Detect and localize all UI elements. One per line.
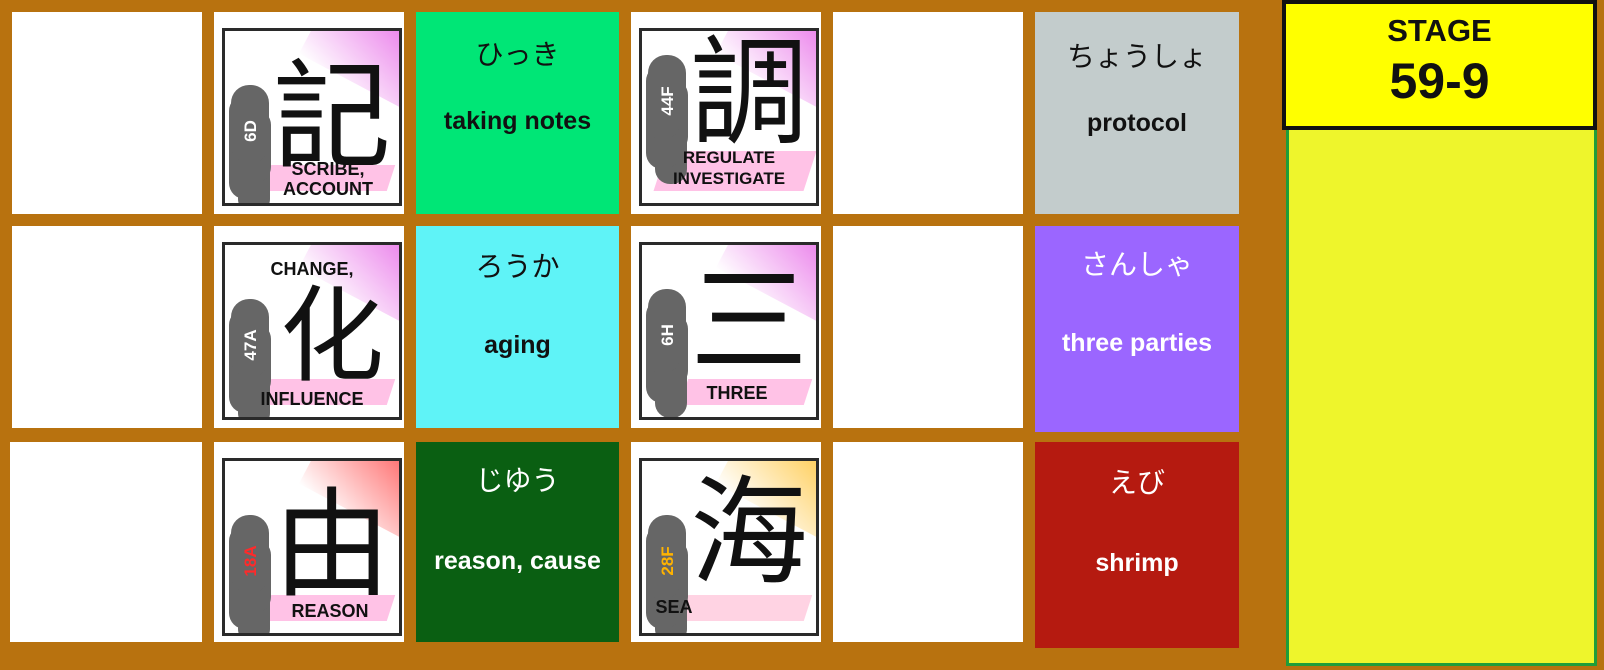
meaning-line: INFLUENCE: [260, 389, 364, 409]
answer-reading: ちょうしょ: [1066, 40, 1207, 73]
vocab-meaning: taking notes: [443, 107, 592, 135]
vocab-meaning: aging: [484, 331, 551, 359]
empty-slot-r1-c1[interactable]: [12, 12, 202, 214]
kanji-card-chou[interactable]: 44F 調 REGULATE INVESTIGATE: [631, 12, 821, 214]
meaning-line: REGULATE: [682, 148, 776, 167]
answer-meaning: three parties: [1061, 329, 1213, 357]
card-face: 6H 三 THREE: [639, 242, 819, 420]
answer-reading: さんしゃ: [1080, 248, 1193, 281]
kanji-meaning: INFLUENCE: [229, 389, 395, 409]
card-face: 44F 調 REGULATE INVESTIGATE: [639, 28, 819, 206]
answer-meaning: shrimp: [1095, 549, 1179, 577]
meaning-line: SEA: [655, 597, 693, 617]
empty-slot-r1-c5[interactable]: [833, 12, 1023, 214]
answer-tile-sansha[interactable]: さんしゃ three parties: [1035, 226, 1239, 432]
vocab-reading: ひっき: [475, 38, 560, 71]
kanji-glyph: 調: [689, 28, 808, 162]
vocab-reading: ろうか: [475, 250, 560, 283]
answer-meaning: protocol: [1087, 109, 1187, 137]
card-face: 28F 海 SEA: [639, 458, 819, 636]
meaning-line: ACCOUNT: [283, 179, 373, 199]
kanji-card-kai[interactable]: 28F 海 SEA: [631, 442, 821, 642]
meaning-line: SCRIBE,: [291, 159, 365, 179]
card-face: CHANGE, 47A 化 INFLUENCE: [222, 242, 402, 420]
kanji-glyph: 三: [689, 252, 808, 390]
stage-label: STAGE: [1387, 13, 1492, 48]
kanji-card-yu[interactable]: 18A 由 REASON: [214, 442, 404, 642]
kanji-meaning: REASON: [265, 601, 395, 621]
stage-panel: STAGE 59-9: [1280, 0, 1604, 670]
game-board: 6D 記 SCRIBE, ACCOUNT ひっき taking notes 44…: [0, 0, 1604, 670]
empty-slot-r2-c1[interactable]: [12, 226, 202, 428]
vocab-meaning: reason, cause: [434, 547, 601, 575]
kanji-glyph: 化: [279, 275, 384, 397]
kanji-card-ki[interactable]: 6D 記 SCRIBE, ACCOUNT: [214, 12, 404, 214]
meaning-line: INVESTIGATE: [672, 169, 786, 188]
stage-number: 59-9: [1389, 53, 1490, 109]
kanji-glyph: 海: [689, 464, 808, 602]
vocab-tile-jiyuu[interactable]: じゆう reason, cause: [416, 442, 619, 642]
kanji-meaning: REGULATE INVESTIGATE: [646, 147, 812, 189]
vocab-tile-hikki[interactable]: ひっき taking notes: [416, 12, 619, 214]
meaning-line: REASON: [291, 601, 369, 621]
kanji-card-san[interactable]: 6H 三 THREE: [631, 226, 821, 428]
stage-header: STAGE 59-9: [1282, 0, 1597, 130]
card-face: 6D 記 SCRIBE, ACCOUNT: [222, 28, 402, 206]
kanji-meaning: SCRIBE, ACCOUNT: [261, 159, 395, 199]
answer-tile-choushou[interactable]: ちょうしょ protocol: [1035, 12, 1239, 214]
kanji-meaning: SEA: [644, 597, 704, 617]
empty-slot-r2-c5[interactable]: [833, 226, 1023, 428]
vocab-reading: じゆう: [475, 464, 560, 497]
meaning-line: THREE: [706, 383, 768, 403]
kanji-meaning: THREE: [662, 383, 812, 403]
kanji-card-ka[interactable]: CHANGE, 47A 化 INFLUENCE: [214, 226, 404, 428]
grid-frame: 6D 記 SCRIBE, ACCOUNT ひっき taking notes 44…: [0, 0, 1280, 670]
vocab-tile-rouka[interactable]: ろうか aging: [416, 226, 619, 428]
empty-slot-r3-c5[interactable]: [833, 442, 1023, 642]
card-face: 18A 由 REASON: [222, 458, 402, 636]
answer-tile-ebi[interactable]: えび shrimp: [1035, 442, 1239, 648]
answer-reading: えび: [1108, 466, 1165, 499]
empty-slot-r3-c1[interactable]: [10, 442, 202, 642]
kanji-glyph: 由: [272, 476, 391, 614]
